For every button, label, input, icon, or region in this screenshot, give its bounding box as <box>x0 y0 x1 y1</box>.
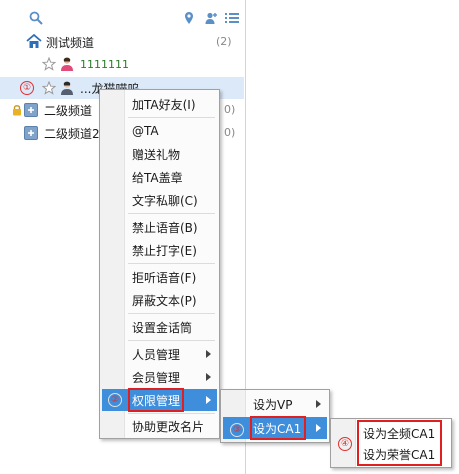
user-icon <box>60 56 74 75</box>
list-icon[interactable] <box>225 8 239 28</box>
menu-item-send-gift[interactable]: 赠送礼物 <box>102 143 217 165</box>
menu-separator <box>128 213 215 214</box>
menu-separator <box>128 340 215 341</box>
panel-toolbar <box>0 8 246 28</box>
menu-item-staff-management[interactable]: 人员管理 <box>102 343 217 365</box>
menu-item-stamp[interactable]: 给TA盖章 <box>102 166 217 188</box>
expand-icon[interactable] <box>24 126 38 143</box>
menu-separator <box>128 313 215 314</box>
menu-item-add-friend[interactable]: 加TA好友(I) <box>102 93 217 115</box>
expand-icon[interactable] <box>24 103 38 120</box>
tree-row-user[interactable]: 1111111 <box>0 53 244 75</box>
subchannel-count: 0) <box>224 126 236 139</box>
subchannel-name: 二级频道2 <box>44 126 100 141</box>
submenu-arrow-icon <box>316 400 321 408</box>
subchannel-count: 0) <box>224 103 236 116</box>
menu-item-mute-voice[interactable]: 拒听语音(F) <box>102 266 217 288</box>
menu-item-set-honor-ca1[interactable]: 设为荣誉CA1 <box>359 443 449 465</box>
channel-name: 测试频道 <box>46 35 95 50</box>
menu-separator <box>128 117 215 118</box>
submenu-arrow-icon <box>206 350 211 358</box>
submenu-arrow-icon <box>206 373 211 381</box>
star-icon <box>41 80 57 98</box>
submenu-arrow-icon <box>316 424 321 432</box>
menu-separator <box>128 413 215 414</box>
menu-item-private-chat[interactable]: 文字私聊(C) <box>102 189 217 211</box>
tree-row-channel[interactable]: 测试频道 (2) <box>0 31 244 53</box>
menu-item-member-management[interactable]: 会员管理 <box>102 366 217 388</box>
location-pin-icon[interactable] <box>183 8 195 28</box>
menu-item-block-text[interactable]: 屏蔽文本(P) <box>102 289 217 311</box>
step-marker-3: ③ <box>230 423 244 437</box>
menu-item-ban-voice[interactable]: 禁止语音(B) <box>102 216 217 238</box>
home-icon <box>26 33 42 52</box>
menu-item-mention[interactable]: @TA <box>102 120 217 142</box>
menu-item-edit-card[interactable]: 协助更改名片 <box>102 415 217 437</box>
menu-item-golden-mic[interactable]: 设置金话筒 <box>102 316 217 338</box>
submenu-arrow-icon <box>206 396 211 404</box>
add-user-icon[interactable] <box>204 8 218 28</box>
step-marker-1: ① <box>20 81 34 95</box>
star-icon <box>41 56 57 74</box>
context-menu: 加TA好友(I) @TA 赠送礼物 给TA盖章 文字私聊(C) 禁止语音(B) … <box>99 89 220 439</box>
user-icon <box>60 80 74 99</box>
menu-item-set-global-ca1[interactable]: 设为全频CA1 <box>359 422 449 444</box>
step-marker-2: ② <box>108 393 122 407</box>
step-marker-4: ④ <box>338 437 352 451</box>
subchannel-name: 二级频道 <box>44 103 93 118</box>
channel-user-count: (2) <box>216 35 232 48</box>
menu-separator <box>128 263 215 264</box>
menu-item-set-vp[interactable]: 设为VP <box>223 393 327 415</box>
user-name: 1111111 <box>80 57 129 71</box>
lock-icon <box>12 104 22 119</box>
menu-item-ban-typing[interactable]: 禁止打字(E) <box>102 239 217 261</box>
search-icon[interactable] <box>28 8 44 28</box>
